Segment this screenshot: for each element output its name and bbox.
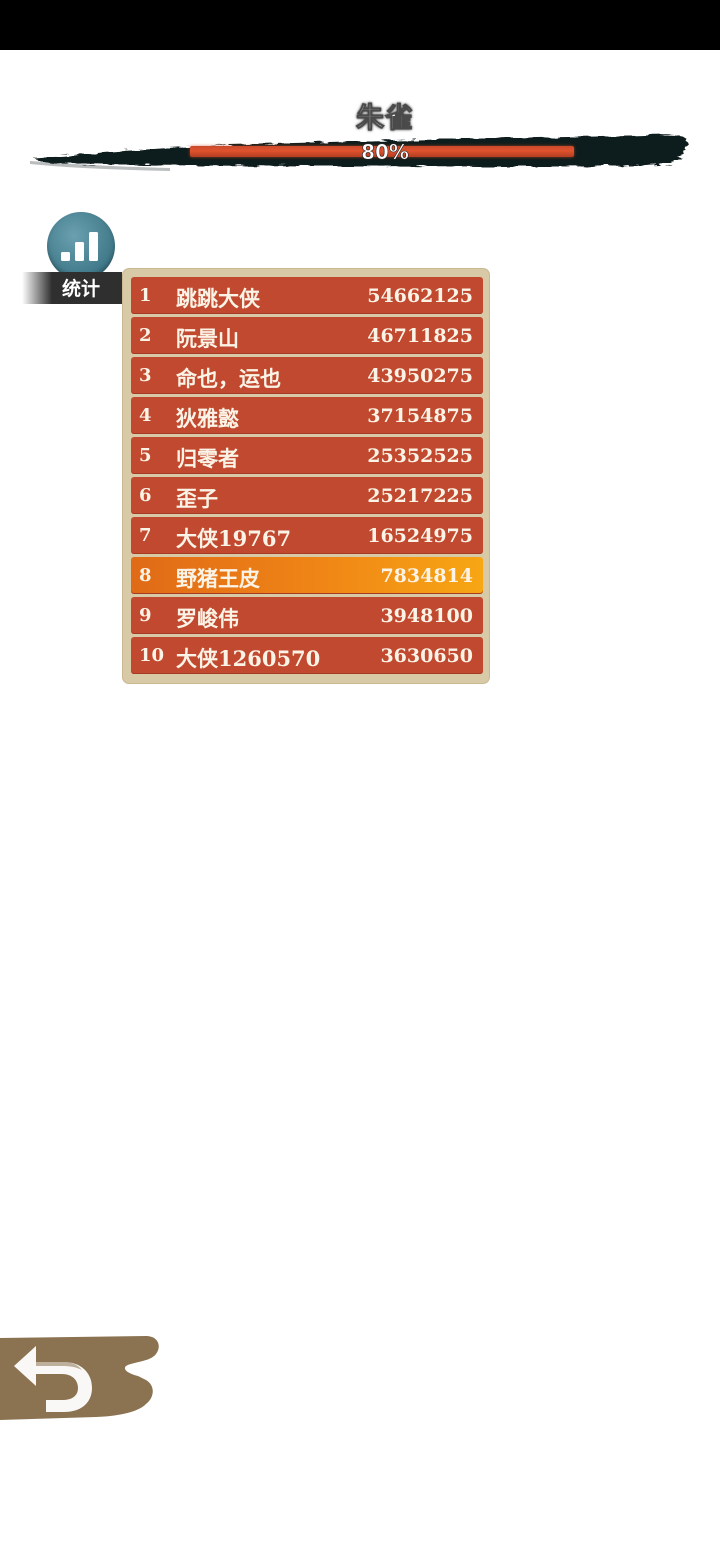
- leaderboard-row: 7 大侠19767 16524975: [131, 517, 483, 554]
- player-score: 25352525: [367, 445, 473, 467]
- player-score: 16524975: [367, 525, 473, 547]
- player-name: 歪子: [176, 486, 218, 511]
- leaderboard-row: 4 狄雅懿 37154875: [131, 397, 483, 434]
- back-arrow-icon: [0, 1336, 159, 1420]
- rank-number: 7: [139, 525, 152, 546]
- leaderboard-row: 2 阮景山 46711825: [131, 317, 483, 354]
- rank-number: 1: [139, 285, 152, 306]
- player-score: 46711825: [367, 325, 473, 347]
- leaderboard-row: 6 歪子 25217225: [131, 477, 483, 514]
- player-name: 狄雅懿: [176, 406, 239, 431]
- leaderboard-row: 1 跳跳大侠 54662125: [131, 277, 483, 314]
- boss-name: 朱雀: [355, 101, 414, 135]
- player-name: 阮景山: [176, 326, 239, 351]
- player-name: 大侠19767: [176, 526, 292, 551]
- player-score: 25217225: [367, 485, 473, 507]
- rank-number: 3: [139, 365, 152, 386]
- player-score: 7834814: [380, 565, 473, 587]
- boss-progress-text: 80%: [361, 140, 409, 165]
- player-name: 野猪王皮: [176, 566, 260, 591]
- player-name: 命也，运也: [176, 366, 281, 391]
- player-name: 跳跳大侠: [176, 286, 260, 311]
- rank-number: 6: [139, 485, 152, 506]
- player-score: 37154875: [367, 405, 473, 427]
- player-name: 大侠1260570: [176, 646, 321, 671]
- stats-button[interactable]: 统计: [22, 210, 124, 306]
- bar-chart-icon: [61, 232, 98, 261]
- player-name: 归零者: [176, 446, 239, 471]
- stats-icon-circle: [47, 212, 115, 280]
- rank-number: 8: [139, 565, 152, 586]
- boss-progress-header: 朱雀 80%: [0, 90, 720, 190]
- leaderboard-panel: 1 跳跳大侠 54662125 2 阮景山 46711825 3 命也，运也 43950275 4…: [123, 269, 489, 683]
- rank-number: 5: [139, 445, 152, 466]
- rank-number: 9: [139, 605, 152, 626]
- rank-number: 2: [139, 325, 152, 346]
- leaderboard-row: 9 罗峻伟 3948100: [131, 597, 483, 634]
- player-score: 3948100: [380, 605, 473, 627]
- player-score: 43950275: [367, 365, 473, 387]
- back-button[interactable]: [0, 1332, 162, 1422]
- status-bar: [0, 0, 720, 50]
- player-score: 3630650: [380, 645, 473, 667]
- leaderboard-row-current-player: 8 野猪王皮 7834814: [131, 557, 483, 594]
- leaderboard-row: 3 命也，运也 43950275: [131, 357, 483, 394]
- leaderboard-row: 10 大侠1260570 3630650: [131, 637, 483, 674]
- rank-number: 10: [139, 645, 165, 666]
- leaderboard-row: 5 归零者 25352525: [131, 437, 483, 474]
- player-score: 54662125: [367, 285, 473, 307]
- player-name: 罗峻伟: [176, 606, 239, 631]
- rank-number: 4: [139, 405, 152, 426]
